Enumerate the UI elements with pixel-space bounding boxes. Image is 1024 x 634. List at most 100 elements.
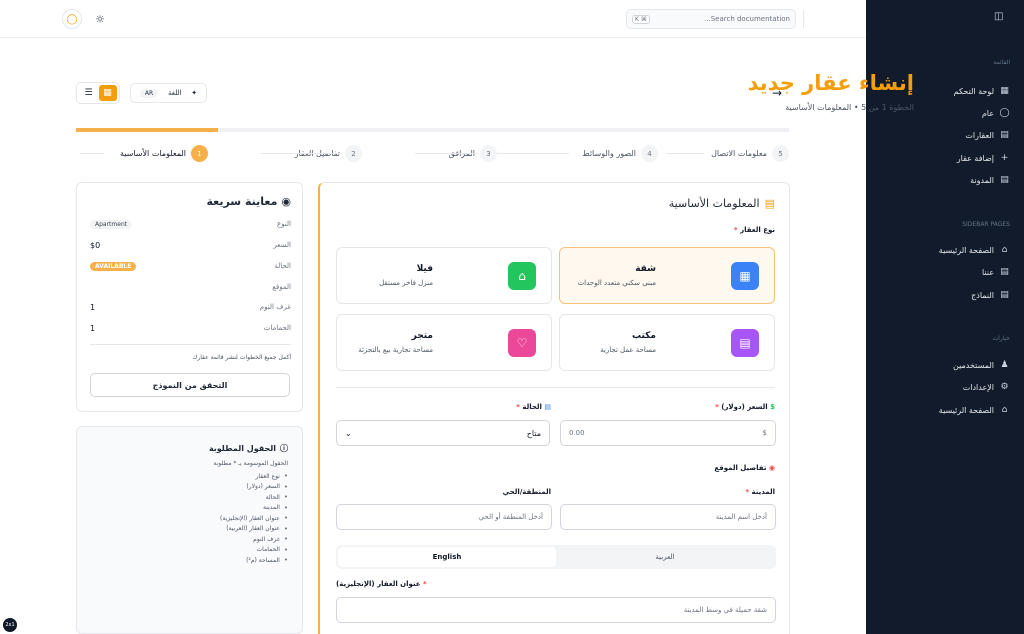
price-input[interactable]: $ 0.00 — [560, 420, 776, 446]
preview-title: ◉ معاينة سريعة — [206, 195, 291, 208]
sidebar-item-dashboard[interactable]: ▦ لوحة التحكم — [954, 86, 1010, 96]
type-description: مساحة عمل تجارية — [600, 346, 656, 354]
sidebar-item-label: لوحة التحكم — [953, 86, 994, 96]
status-select[interactable]: متاح ⌄ — [336, 420, 550, 446]
required-fields-subtitle: الحقول الموسومة بـ * مطلوبة — [213, 460, 288, 467]
location-pin-icon: ◉ — [768, 464, 775, 472]
tab-arabic[interactable]: العربية — [556, 547, 774, 567]
calendar-icon: ▤ — [544, 403, 551, 411]
divider — [336, 387, 775, 388]
price-value: 0.00 — [569, 429, 585, 437]
city-label: المدينة * — [745, 488, 775, 496]
sidebar-item-properties[interactable]: ▤ العقارات — [965, 130, 1010, 140]
building-icon: ▤ — [1000, 130, 1009, 140]
list-item: المساحة (م²) — [220, 555, 288, 566]
step-label: معلومات الاتصال — [711, 149, 767, 158]
home-icon: ⌂ — [508, 262, 536, 290]
sidebar-item-label: العقارات — [965, 130, 994, 140]
preview-bedrooms-row: غرف النوم 1 — [90, 303, 291, 312]
sidebar-item-home[interactable]: ⌂ الصفحة الرئيسية — [939, 245, 1010, 255]
sidebar-toggle-icon[interactable]: ◫ — [994, 11, 1003, 22]
label: النوع — [277, 220, 291, 228]
building-icon: ▤ — [764, 197, 775, 210]
label-text: تفاصيل الموقع — [714, 464, 767, 472]
required-fields-list: نوع العقار السعر (دولار) الحالة المدينة … — [220, 471, 288, 566]
status-badge: AVAILABLE — [90, 262, 137, 271]
type-description: مساحة تجارية بيع بالتجزئة — [358, 346, 433, 354]
type-description: مبنى سكني متعدد الوحدات — [577, 279, 656, 287]
label: غرف النوم — [259, 303, 291, 311]
sidebar: ◫ القائمة ▦ لوحة التحكم ◯ عام ▤ العقارات + إ… — [866, 0, 1024, 634]
validate-form-button[interactable]: التحقق من النموذج — [90, 373, 290, 397]
required-fields-card: ⓘ الحقول المطلوبة الحقول الموسومة بـ * مط… — [76, 426, 303, 634]
type-name: فيلا — [416, 264, 433, 274]
preview-content: ◉ معاينة سريعة النوع Apartment السعر $0 الح… — [76, 0, 303, 420]
type-card-villa[interactable]: ⌂ فيلا منزل فاخر مستقل — [336, 247, 552, 304]
list-item: عنوان العقار (الإنجليزية) — [220, 513, 288, 524]
sidebar-item-users[interactable]: ♟ المستخدمين — [953, 360, 1010, 370]
language-tabs: English العربية — [336, 545, 776, 569]
dollar-icon: $ — [770, 403, 775, 411]
title-en-input[interactable]: شقة جميلة في وسط المدينة — [336, 597, 776, 623]
required-mark: * — [423, 580, 427, 588]
sidebar-item-label: عام — [981, 108, 994, 118]
district-input[interactable]: أدخل المنطقة أو الحي — [336, 504, 552, 530]
tab-english[interactable]: English — [338, 547, 556, 567]
sidebar-item-settings[interactable]: ⚙ الإعدادات — [963, 382, 1010, 392]
type-card-office[interactable]: ▤ مكتب مساحة عمل تجارية — [559, 314, 775, 371]
corner-badge: 2x1 — [3, 618, 17, 632]
required-fields-title: ⓘ الحقول المطلوبة — [209, 443, 288, 454]
price-value: $0 — [90, 241, 101, 250]
step-number: 3 — [480, 145, 497, 162]
sidebar-item-add-property[interactable]: + إضافة عقار — [957, 153, 1010, 163]
step-connector — [666, 153, 704, 154]
label: الحمامات — [263, 324, 291, 332]
type-card-apartment[interactable]: ▦ شقة مبنى سكني متعدد الوحدات — [559, 247, 775, 304]
price-label: $ السعر (دولار) * — [715, 403, 775, 411]
sidebar-item-label: المستخدمين — [953, 360, 994, 370]
list-item: المدينة — [220, 503, 288, 514]
file-icon: ▤ — [1000, 290, 1009, 300]
heart-icon: ♡ — [508, 329, 536, 357]
eye-icon: ◉ — [281, 195, 291, 208]
sidebar-item-general[interactable]: ◯ عام — [982, 108, 1010, 118]
step-connector — [497, 153, 569, 154]
page-subtitle: الخطوة 1 من 5 • المعلومات الأساسية — [785, 103, 914, 112]
type-badge: Apartment — [90, 220, 133, 229]
sidebar-item-forms[interactable]: ▤ النماذج — [971, 290, 1010, 300]
preview-status-row: الحالة AVAILABLE — [90, 262, 291, 271]
home-icon: ⌂ — [1001, 245, 1008, 255]
list-item: الحمامات — [220, 545, 288, 556]
type-name: متجر — [411, 331, 433, 341]
preview-title-text: معاينة سريعة — [206, 195, 278, 208]
sidebar-item-about[interactable]: ▤ عننا — [982, 267, 1010, 277]
sidebar-item-blog[interactable]: ▤ المدونة — [970, 175, 1010, 185]
label-text: نوع العقار — [740, 226, 775, 234]
home-icon: ⌂ — [1001, 405, 1008, 415]
sidebar-section-options: خيارات — [992, 335, 1010, 342]
label-text: عنوان العقار (الإنجليزية) — [336, 580, 421, 588]
sidebar-item-home-2[interactable]: ⌂ الصفحة الرئيسية — [939, 405, 1010, 415]
info-icon: ⓘ — [280, 444, 288, 453]
dashboard-icon: ▦ — [1000, 86, 1009, 96]
required-mark: * — [715, 403, 719, 411]
title-en-label: * عنوان العقار (الإنجليزية) — [336, 580, 427, 588]
step-label: الصور والوسائط — [582, 149, 636, 158]
status-value: متاح — [526, 428, 541, 438]
preview-location-row: الموقع — [90, 283, 291, 291]
type-card-shop[interactable]: ♡ متجر مساحة تجارية بيع بالتجزئة — [336, 314, 552, 371]
sidebar-item-label: المدونة — [970, 175, 994, 185]
step-number: 4 — [641, 145, 658, 162]
sidebar-item-label: إضافة عقار — [956, 153, 994, 163]
step-connector — [415, 153, 478, 154]
plus-icon: + — [1000, 153, 1009, 163]
status-label: ▤ الحالة * — [516, 403, 551, 411]
step-5[interactable]: 5 معلومات الاتصال — [711, 145, 789, 162]
bedrooms-value: 1 — [90, 303, 96, 312]
sidebar-section-pages: SIDEBAR PAGES — [962, 221, 1010, 228]
step-4[interactable]: 4 الصور والوسائط — [582, 145, 658, 162]
step-number: 2 — [345, 145, 362, 162]
city-input[interactable]: أدخل اسم المدينة — [560, 504, 776, 530]
list-item: الحالة — [220, 492, 288, 503]
search-input[interactable]: Search documentation... ⌘ K — [626, 9, 796, 29]
